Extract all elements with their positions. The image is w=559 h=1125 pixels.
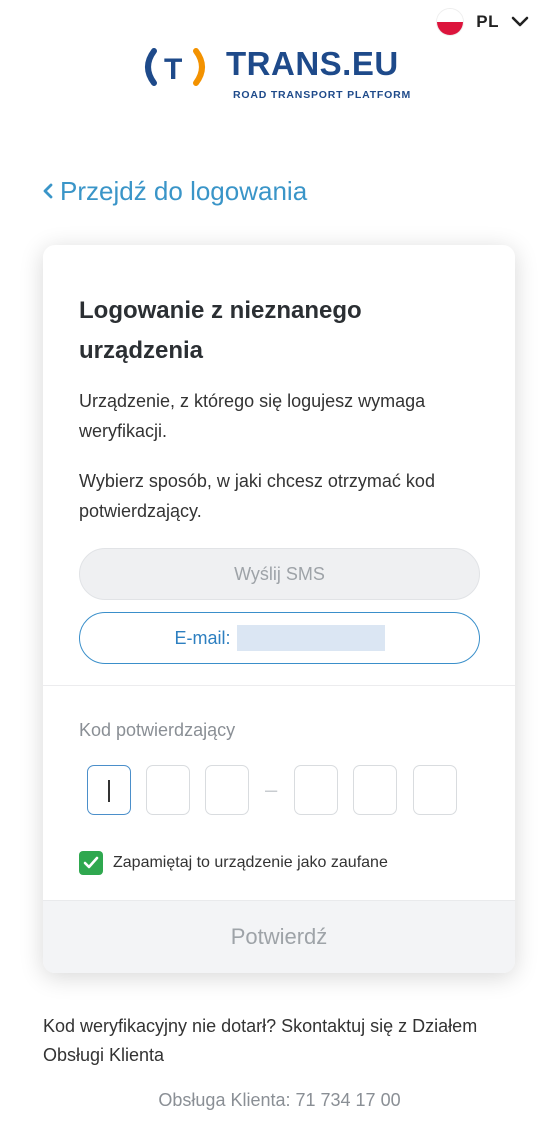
chevron-down-icon: [511, 16, 529, 28]
card-description: Urządzenie, z którego się logujesz wymag…: [79, 391, 426, 441]
logo-text: TRANS.EU: [226, 45, 399, 82]
chevron-left-icon: [42, 176, 54, 207]
poland-flag-icon: [436, 8, 465, 36]
email-label: E-mail:: [174, 627, 231, 648]
checkmark-icon: [79, 851, 103, 875]
code-digit-5[interactable]: [353, 765, 397, 815]
code-digit-3[interactable]: [205, 765, 249, 815]
verification-card: Logowanie z nieznanego urządzenia Urządz…: [43, 245, 515, 973]
code-label: Kod potwierdzający: [79, 720, 236, 740]
contact-help-text: Kod weryfikacyjny nie dotarł? Skontaktuj…: [43, 1016, 478, 1065]
send-sms-label: Wyślij SMS: [234, 563, 325, 584]
divider: [43, 685, 515, 686]
confirm-button[interactable]: Potwierdź: [43, 900, 515, 973]
confirm-label: Potwierdź: [230, 924, 328, 949]
code-digit-2[interactable]: [146, 765, 190, 815]
svg-text:T: T: [164, 53, 182, 86]
code-separator: –: [265, 777, 278, 802]
logo-tagline: ROAD TRANSPORT PLATFORM: [233, 89, 412, 101]
language-selector[interactable]: PL: [436, 8, 529, 36]
code-digit-1[interactable]: [87, 765, 131, 815]
back-link-label: Przejdź do logowania: [60, 176, 308, 206]
send-email-button[interactable]: E-mail:: [79, 612, 480, 664]
remember-device-label: Zapamiętaj to urządzenie jako zaufane: [113, 854, 388, 871]
text-caret: [108, 780, 110, 802]
remember-device-checkbox[interactable]: Zapamiętaj to urządzenie jako zaufane: [79, 851, 388, 875]
card-instruction: Wybierz sposób, w jaki chcesz otrzymać k…: [79, 471, 435, 521]
code-digit-4[interactable]: [294, 765, 338, 815]
page: PL T TRANS.EU ROAD TRANSPORT PLATFORM Pr…: [0, 0, 559, 1125]
trans-eu-logo: T TRANS.EU ROAD TRANSPORT PLATFORM: [140, 45, 420, 103]
send-sms-button[interactable]: Wyślij SMS: [79, 548, 480, 600]
back-to-login-link[interactable]: Przejdź do logowania: [42, 176, 307, 207]
code-digit-6[interactable]: [413, 765, 457, 815]
support-phone: Obsługa Klienta: 71 734 17 00: [158, 1090, 401, 1110]
email-redacted: [236, 625, 385, 651]
card-title: Logowanie z nieznanego urządzenia: [79, 297, 362, 364]
trans-eu-logo-icon: T: [145, 48, 205, 86]
language-code: PL: [476, 12, 499, 31]
